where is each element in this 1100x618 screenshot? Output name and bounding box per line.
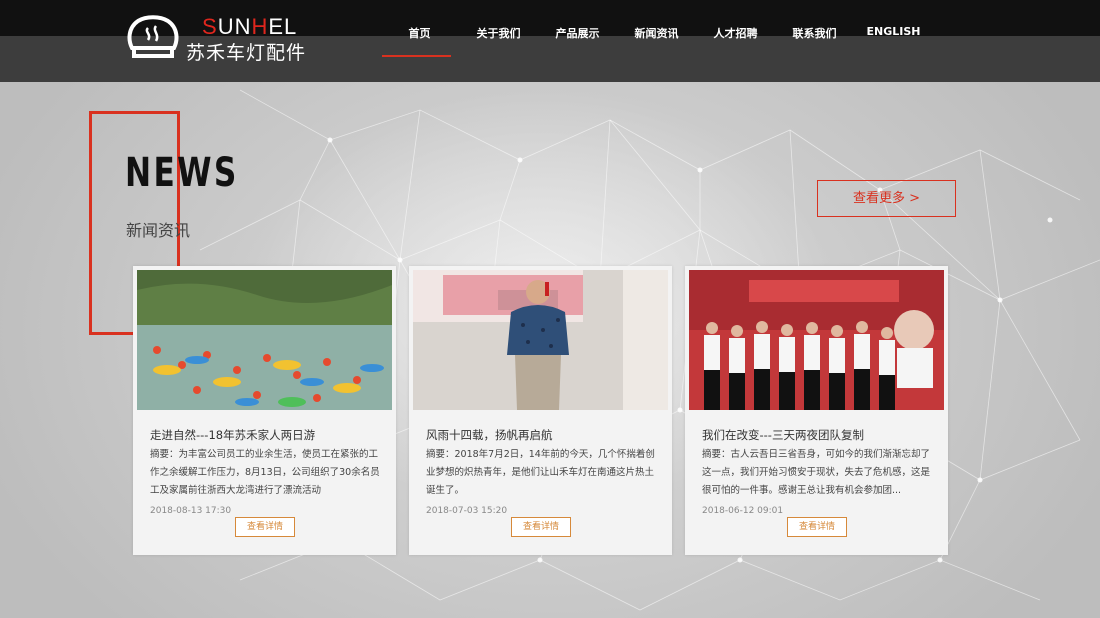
news-title[interactable]: 走进自然---18年苏禾家人两日游 — [150, 427, 386, 443]
news-card[interactable]: 走进自然---18年苏禾家人两日游 摘要：为丰富公司员工的业余生活，使员工在紧张… — [133, 266, 396, 555]
news-detail-button[interactable]: 查看详情 — [787, 517, 847, 537]
news-image-team[interactable] — [689, 270, 944, 410]
news-image-speaker[interactable] — [413, 270, 668, 410]
main-nav: 首页 关于我们 产品展示 新闻资讯 人才招聘 联系我们 ENGLISH — [380, 0, 933, 60]
news-summary: 摘要：为丰富公司员工的业余生活，使员工在紧张的工作之余缓解工作压力，8月13日，… — [150, 449, 380, 496]
section-title: NEWS — [125, 150, 239, 196]
logo-chinese-text: 苏禾车灯配件 — [186, 42, 307, 64]
nav-item-news[interactable]: 新闻资讯 — [617, 0, 696, 60]
news-detail-button[interactable]: 查看详情 — [511, 517, 571, 537]
nav-item-english[interactable]: ENGLISH — [854, 0, 933, 60]
nav-item-home[interactable]: 首页 — [380, 0, 459, 60]
news-date: 2018-06-12 09:01 — [702, 506, 784, 516]
news-title[interactable]: 风雨十四载，扬帆再启航 — [426, 427, 662, 443]
section-subtitle: 新闻资讯 — [126, 221, 191, 240]
news-title[interactable]: 我们在改变---三天两夜团队复制 — [702, 427, 938, 443]
news-date: 2018-08-13 17:30 — [150, 506, 232, 516]
nav-item-about[interactable]: 关于我们 — [459, 0, 538, 60]
logo[interactable]: SUNHEL 苏禾车灯配件 — [126, 12, 326, 64]
view-more-button[interactable]: 查看更多 > — [817, 180, 956, 217]
news-card[interactable]: 风雨十四载，扬帆再启航 摘要：2018年7月2日，14年前的今天，几个怀揣着创业… — [409, 266, 672, 555]
news-detail-button[interactable]: 查看详情 — [235, 517, 295, 537]
logo-english-text: SUNHEL — [202, 14, 298, 39]
news-summary: 摘要：古人云吾日三省吾身，可如今的我们渐渐忘却了这一点，我们开始习惯安于现状，失… — [702, 449, 931, 496]
nav-item-products[interactable]: 产品展示 — [538, 0, 617, 60]
news-summary: 摘要：2018年7月2日，14年前的今天，几个怀揣着创业梦想的炽热青年，是他们让… — [426, 449, 655, 496]
nav-item-contact[interactable]: 联系我们 — [775, 0, 854, 60]
news-image-rafting[interactable] — [137, 270, 392, 410]
news-date: 2018-07-03 15:20 — [426, 506, 508, 516]
news-card[interactable]: 我们在改变---三天两夜团队复制 摘要：古人云吾日三省吾身，可如今的我们渐渐忘却… — [685, 266, 948, 555]
lamp-logo-icon — [127, 15, 179, 58]
nav-item-careers[interactable]: 人才招聘 — [696, 0, 775, 60]
